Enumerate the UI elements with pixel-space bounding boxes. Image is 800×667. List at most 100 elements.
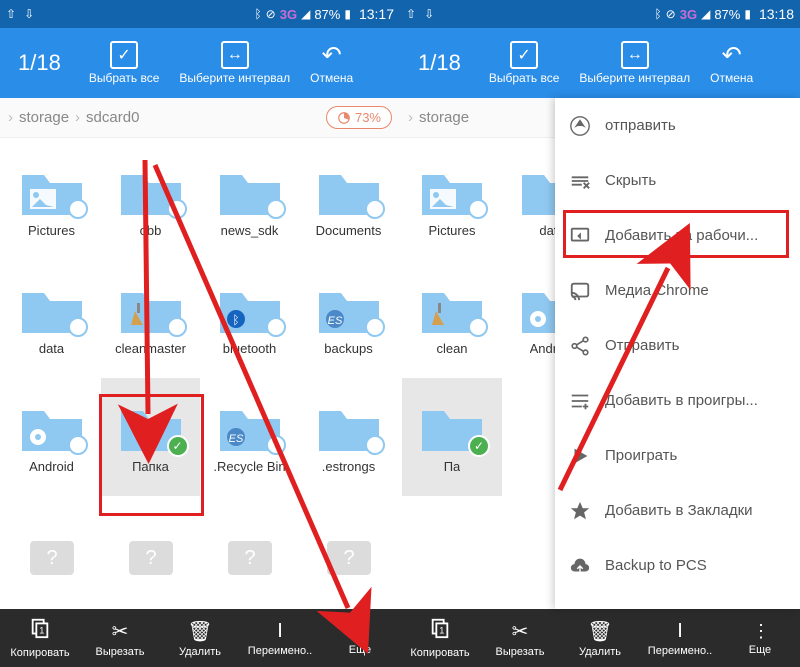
copy-button[interactable]: 1Копировать — [400, 609, 480, 667]
copy-button[interactable]: 1Копировать — [0, 609, 80, 667]
chevron-right-icon: › — [8, 109, 13, 126]
folder-item[interactable]: data — [2, 260, 101, 378]
storage-badge[interactable]: 73% — [326, 106, 392, 129]
more-icon: ⋮ — [752, 621, 768, 642]
folder-item[interactable]: .estrongs — [299, 378, 398, 496]
menu-item[interactable]: Медиа Chrome — [555, 263, 800, 318]
folder-label: news_sdk — [221, 223, 279, 239]
folder-item[interactable]: clean — [402, 260, 502, 378]
folder-label: .Recycle Bin — [213, 459, 285, 475]
signal-icon: ◢ — [301, 7, 310, 21]
svg-text:1: 1 — [39, 626, 44, 636]
folder-icon: ᛒ — [214, 281, 286, 337]
select-range-button[interactable]: ↔ Выберите интервал — [169, 41, 300, 85]
folder-label: Documents — [316, 223, 382, 239]
scissors-icon: ✂ — [512, 619, 529, 644]
copy-icon: 1 — [29, 617, 51, 645]
folder-item[interactable]: Android — [2, 378, 101, 496]
cancel-button[interactable]: ↶ Отмена — [700, 41, 763, 85]
cancel-button[interactable]: ↶ Отмена — [300, 41, 363, 85]
menu-item[interactable]: Добавить в Закладки — [555, 483, 800, 538]
undo-icon: ↶ — [718, 41, 746, 69]
delete-button[interactable]: 🗑Удалить — [560, 609, 640, 667]
more-button[interactable]: ⋮Еще — [320, 609, 400, 667]
network-icon: 3G — [280, 7, 297, 22]
folder-item[interactable]: ES .Recycle Bin — [200, 378, 299, 496]
folder-label: data — [39, 341, 64, 357]
rename-button[interactable]: IПереимено.. — [640, 609, 720, 667]
folder-item[interactable]: ES backups — [299, 260, 398, 378]
folder-item[interactable]: cleanmaster — [101, 260, 200, 378]
folder-icon — [115, 281, 187, 337]
folder-icon: ? — [313, 527, 385, 583]
bottom-toolbar: 1Копировать ✂Вырезать 🗑Удалить IПереимен… — [0, 609, 400, 667]
folder-item[interactable]: Pictures — [402, 142, 502, 260]
folder-label: backups — [324, 341, 372, 357]
svg-text:?: ? — [343, 547, 354, 569]
clock: 13:17 — [359, 6, 394, 22]
breadcrumb-seg[interactable]: storage — [419, 109, 469, 126]
folder-icon — [115, 163, 187, 219]
breadcrumb-seg[interactable]: storage — [19, 109, 69, 126]
folder-icon — [16, 399, 88, 455]
menu-item[interactable]: Скрыть — [555, 153, 800, 208]
folder-item[interactable]: ? — [101, 496, 200, 609]
upload-icon: ⇧ — [6, 7, 16, 21]
folder-item[interactable]: Documents — [299, 142, 398, 260]
more-button[interactable]: ⋮Еще — [720, 609, 800, 667]
select-range-button[interactable]: ↔ Выберите интервал — [569, 41, 700, 85]
menu-item[interactable]: Добавить на рабочи... — [555, 208, 800, 263]
select-all-button[interactable]: ✓ Выбрать все — [479, 41, 570, 85]
folder-item[interactable]: news_sdk — [200, 142, 299, 260]
radio-icon — [266, 317, 286, 337]
radio-icon — [167, 199, 187, 219]
folder-label: obb — [140, 223, 162, 239]
svg-text:ES: ES — [228, 433, 243, 445]
menu-item[interactable]: Добавить в проигры... — [555, 373, 800, 428]
menu-item-label: Добавить на рабочи... — [605, 227, 758, 244]
folder-icon — [313, 399, 385, 455]
folder-item[interactable]: ? — [299, 496, 398, 609]
folder-item[interactable]: ᛒbluetooth — [200, 260, 299, 378]
folder-item[interactable]: ? — [2, 496, 101, 609]
location-off-icon: ⊘ — [666, 7, 676, 21]
download-icon: ⇩ — [24, 7, 34, 21]
send1-icon — [569, 115, 591, 137]
folder-item[interactable]: ✓Па — [402, 378, 502, 496]
svg-text:1: 1 — [439, 626, 444, 636]
svg-text:ES: ES — [327, 315, 342, 327]
menu-item[interactable]: Backup to PCS — [555, 538, 800, 593]
folder-item[interactable]: ✓Папка — [101, 378, 200, 496]
rename-button[interactable]: IПереимено.. — [240, 609, 320, 667]
menu-item[interactable]: Расшифровать — [555, 593, 800, 609]
cursor-icon: I — [677, 620, 683, 643]
folder-label: Pictures — [429, 223, 476, 239]
trash-icon: 🗑 — [587, 619, 612, 644]
menu-item-label: Отправить — [605, 337, 679, 354]
cloud-icon — [569, 555, 591, 577]
folder-item[interactable]: ? — [200, 496, 299, 609]
cut-button[interactable]: ✂Вырезать — [80, 609, 160, 667]
select-all-button[interactable]: ✓ Выбрать все — [79, 41, 170, 85]
battery-icon: ▮ — [744, 7, 751, 21]
folder-item[interactable]: Pictures — [2, 142, 101, 260]
copy-icon: 1 — [429, 617, 451, 645]
download-icon: ⇩ — [424, 7, 434, 21]
folder-item[interactable]: obb — [101, 142, 200, 260]
svg-text:?: ? — [244, 547, 255, 569]
menu-item-label: Скрыть — [605, 172, 656, 189]
battery-text: 87% — [714, 7, 740, 22]
menu-item[interactable]: Отправить — [555, 318, 800, 373]
delete-button[interactable]: 🗑Удалить — [160, 609, 240, 667]
check-icon: ✓ — [167, 435, 189, 457]
svg-text:?: ? — [145, 547, 156, 569]
range-icon: ↔ — [221, 41, 249, 69]
menu-item[interactable]: Проиграть — [555, 428, 800, 483]
folder-icon — [16, 163, 88, 219]
cut-button[interactable]: ✂Вырезать — [480, 609, 560, 667]
breadcrumb-seg[interactable]: sdcard0 — [86, 109, 139, 126]
undo-icon: ↶ — [318, 41, 346, 69]
battery-text: 87% — [314, 7, 340, 22]
menu-item[interactable]: отправить — [555, 98, 800, 153]
folder-label: Android — [29, 459, 74, 475]
